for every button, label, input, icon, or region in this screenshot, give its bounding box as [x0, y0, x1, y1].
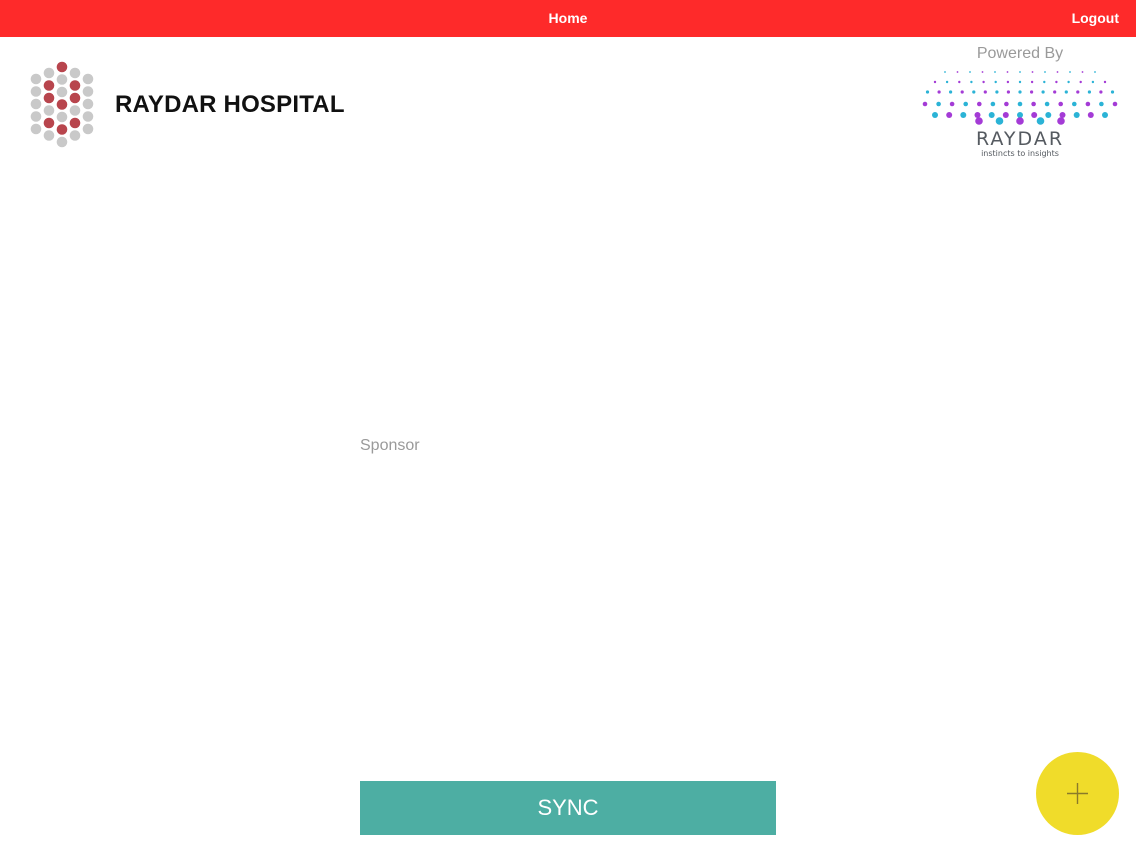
logout-button[interactable]: Logout — [1072, 10, 1119, 26]
raydar-brand-name: RAYDAR — [975, 128, 1065, 150]
sync-button[interactable]: SYNC — [360, 781, 776, 835]
plus-icon — [1067, 783, 1088, 804]
hospital-name: RAYDAR HOSPITAL — [115, 91, 345, 118]
hospital-logo-icon — [30, 61, 94, 148]
raydar-tagline: instincts to insights — [981, 149, 1059, 158]
page-title: Home — [548, 10, 588, 26]
powered-by-label: Powered By — [976, 45, 1064, 62]
add-button[interactable] — [1036, 752, 1119, 835]
sponsor-label: Sponsor — [360, 437, 420, 454]
top-nav-bar: Home Logout — [0, 0, 1136, 37]
